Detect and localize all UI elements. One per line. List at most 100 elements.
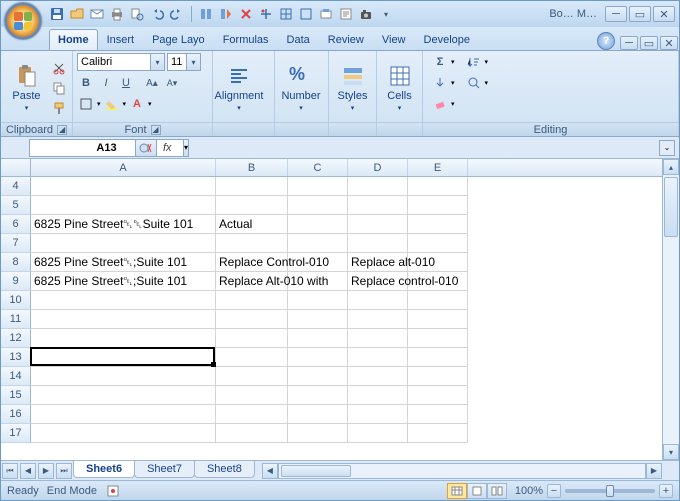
bold-button[interactable]: B: [77, 74, 95, 92]
cell[interactable]: [348, 291, 408, 310]
alignment-button[interactable]: Alignment▾: [217, 61, 261, 115]
cell[interactable]: [216, 177, 288, 196]
view-page-break-button[interactable]: [487, 483, 507, 499]
scroll-left-button[interactable]: ◀: [262, 463, 278, 479]
cut-button[interactable]: [50, 59, 68, 77]
help-button[interactable]: ?: [597, 32, 615, 50]
sheet-tab[interactable]: Sheet6: [73, 461, 135, 478]
mdi-restore-button[interactable]: ▭: [640, 36, 658, 50]
number-button[interactable]: %Number▾: [279, 61, 323, 115]
copy-button[interactable]: [50, 79, 68, 97]
qat-icon-5[interactable]: [278, 6, 294, 22]
undo-icon[interactable]: [149, 6, 165, 22]
sheet-nav-prev[interactable]: ◀: [20, 463, 36, 479]
column-header[interactable]: D: [348, 159, 408, 176]
chevron-down-icon[interactable]: ▾: [97, 100, 101, 108]
insert-function-button[interactable]: [135, 139, 157, 157]
cell[interactable]: [31, 329, 216, 348]
shrink-font-button[interactable]: A▾: [163, 74, 181, 92]
cell[interactable]: [288, 215, 348, 234]
qat-icon-7[interactable]: [318, 6, 334, 22]
scroll-track[interactable]: [278, 463, 646, 479]
cell[interactable]: [408, 234, 468, 253]
formula-input[interactable]: [178, 139, 659, 157]
chevron-down-icon[interactable]: ▾: [485, 58, 489, 66]
cell[interactable]: Replace alt-010: [348, 253, 408, 272]
cell[interactable]: [216, 310, 288, 329]
cell[interactable]: [31, 386, 216, 405]
tab-developer[interactable]: Develope: [415, 29, 479, 50]
row-header[interactable]: 5: [1, 196, 31, 215]
row-header[interactable]: 13: [1, 348, 31, 367]
tab-review[interactable]: Review: [319, 29, 373, 50]
cell[interactable]: [288, 367, 348, 386]
cell[interactable]: [216, 348, 288, 367]
horizontal-scrollbar[interactable]: ◀ ▶: [262, 463, 662, 479]
cell[interactable]: [408, 291, 468, 310]
cell[interactable]: [348, 215, 408, 234]
cell[interactable]: [348, 329, 408, 348]
chevron-down-icon[interactable]: ▾: [451, 58, 455, 66]
format-painter-button[interactable]: [50, 99, 68, 117]
cell[interactable]: [216, 367, 288, 386]
email-icon[interactable]: [89, 6, 105, 22]
zoom-out-button[interactable]: −: [547, 484, 561, 498]
cell[interactable]: Replace Alt-010 with: [216, 272, 288, 291]
view-normal-button[interactable]: [447, 483, 467, 499]
font-size-selector[interactable]: ▾: [167, 53, 201, 71]
cell[interactable]: [348, 386, 408, 405]
underline-button[interactable]: U: [117, 74, 135, 92]
sort-button[interactable]: [465, 53, 483, 71]
qat-icon-8[interactable]: [338, 6, 354, 22]
chevron-down-icon[interactable]: ▾: [187, 53, 201, 71]
font-name-input[interactable]: [77, 53, 151, 71]
cells-button[interactable]: Cells▾: [381, 61, 418, 115]
find-button[interactable]: [465, 74, 483, 92]
fill-color-button[interactable]: [103, 95, 121, 113]
cell[interactable]: [348, 367, 408, 386]
cell[interactable]: [216, 424, 288, 443]
border-button[interactable]: [77, 95, 95, 113]
cell[interactable]: [31, 405, 216, 424]
qat-icon-2[interactable]: [218, 6, 234, 22]
autosum-button[interactable]: Σ: [431, 53, 449, 71]
minimize-button[interactable]: ─: [605, 6, 627, 22]
clear-button[interactable]: [431, 95, 449, 113]
cell[interactable]: Replace control-010: [348, 272, 408, 291]
cell[interactable]: [348, 348, 408, 367]
chevron-down-icon[interactable]: ▾: [451, 79, 455, 87]
paste-button[interactable]: Paste ▾: [5, 61, 48, 115]
tab-insert[interactable]: Insert: [98, 29, 144, 50]
cell[interactable]: [288, 424, 348, 443]
row-header[interactable]: 10: [1, 291, 31, 310]
scroll-right-button[interactable]: ▶: [646, 463, 662, 479]
print-preview-icon[interactable]: [129, 6, 145, 22]
cell[interactable]: [408, 329, 468, 348]
sheet-tab[interactable]: Sheet8: [194, 461, 255, 478]
cell[interactable]: Actual: [216, 215, 288, 234]
cell[interactable]: [31, 291, 216, 310]
italic-button[interactable]: I: [97, 74, 115, 92]
cell[interactable]: [348, 310, 408, 329]
maximize-button[interactable]: ▭: [629, 6, 651, 22]
cell[interactable]: [288, 386, 348, 405]
cell[interactable]: [408, 177, 468, 196]
tab-formulas[interactable]: Formulas: [214, 29, 278, 50]
close-button[interactable]: ✕: [653, 6, 675, 22]
sheet-nav-next[interactable]: ▶: [38, 463, 54, 479]
sheet-tab[interactable]: Sheet7: [134, 461, 195, 478]
qat-icon-camera[interactable]: [358, 6, 374, 22]
name-box-input[interactable]: [29, 139, 184, 157]
cell[interactable]: [348, 177, 408, 196]
column-header[interactable]: E: [408, 159, 468, 176]
formula-bar-expand-button[interactable]: ⌄: [659, 140, 675, 156]
scroll-down-button[interactable]: ▾: [663, 444, 679, 460]
tab-page-layout[interactable]: Page Layo: [143, 29, 214, 50]
cell[interactable]: [408, 405, 468, 424]
cell[interactable]: [348, 405, 408, 424]
view-page-layout-button[interactable]: [467, 483, 487, 499]
cell[interactable]: 6825 Pine Street␡␡Suite 101: [31, 215, 216, 234]
row-header[interactable]: 6: [1, 215, 31, 234]
cell[interactable]: 6825 Pine Street␡;Suite 101: [31, 272, 216, 291]
row-header[interactable]: 8: [1, 253, 31, 272]
